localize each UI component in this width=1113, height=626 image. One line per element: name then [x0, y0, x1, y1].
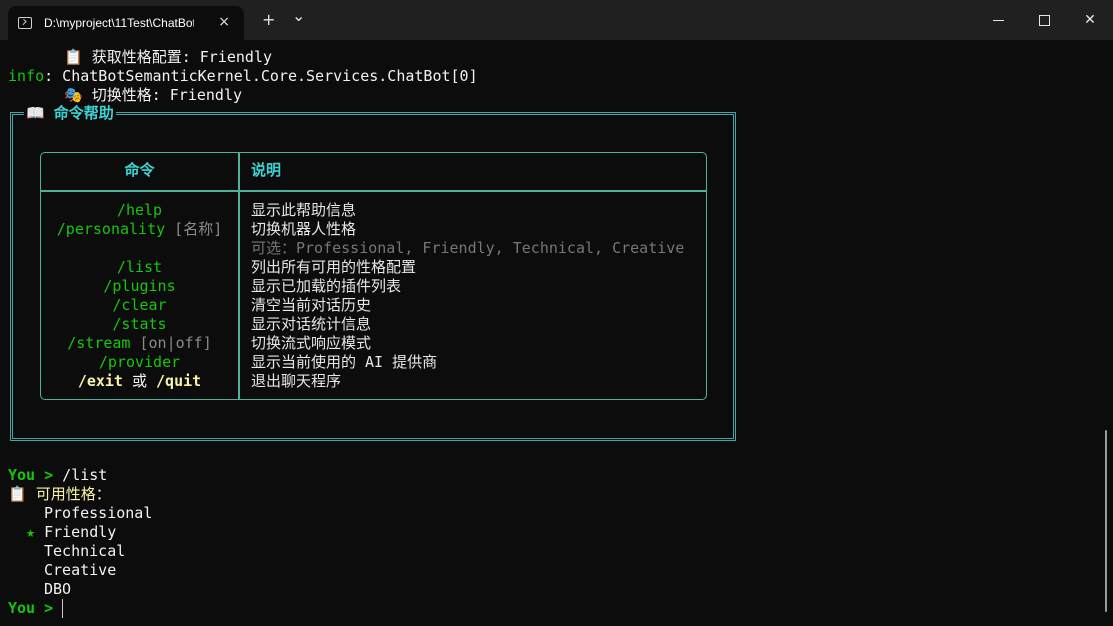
personality-item: Creative — [44, 561, 117, 579]
desc-exit: 退出聊天程序 — [251, 372, 342, 390]
log-switch-text: 切换性格: Friendly — [91, 86, 243, 104]
personality-item: DBO — [44, 580, 72, 598]
desc-personality-options: 可选：Professional, Friendly, Technical, Cr… — [251, 239, 685, 257]
cmd-help: /help — [41, 201, 238, 220]
cmd-name: /provider — [98, 353, 181, 371]
tab-title: D:\myproject\11Test\ChatBotSemanticKerne… — [44, 16, 194, 30]
personality-item: Technical — [44, 542, 126, 560]
cmd-provider: /provider — [41, 353, 238, 372]
cmd-plugins: /plugins — [41, 277, 238, 296]
desc-provider: 显示当前使用的 AI 提供商 — [251, 353, 438, 371]
new-tab-button[interactable]: + — [262, 10, 275, 30]
cmd-arg: [名称] — [165, 220, 223, 238]
cmd-name: /stats — [112, 315, 167, 333]
dropdown-button[interactable]: ⌄ — [292, 6, 305, 26]
personality-item-current: ★ Friendly — [26, 523, 116, 542]
prompt: You > — [8, 466, 54, 484]
cmd-or: 或 — [122, 372, 157, 390]
maximize-button[interactable] — [1021, 0, 1067, 40]
header-description: 说明 — [251, 161, 282, 179]
personality-name: Friendly — [44, 523, 117, 541]
desc-help: 显示此帮助信息 — [251, 201, 357, 219]
personality-item: Professional — [44, 504, 153, 522]
cmd-exit: /exit 或 /quit — [41, 372, 238, 391]
text-cursor — [62, 599, 63, 618]
desc-personality: 切换机器人性格 — [251, 220, 357, 238]
desc-clear: 清空当前对话历史 — [251, 296, 372, 314]
star-icon: ★ — [26, 523, 36, 541]
cmd-name: /list — [116, 258, 163, 276]
cmd-name: /plugins — [103, 277, 176, 295]
prompt-line-input[interactable]: You > — [8, 599, 53, 618]
typed-command: /list — [53, 466, 108, 484]
desc-stream: 切换流式响应模式 — [251, 334, 372, 352]
cmd-stats: /stats — [41, 315, 238, 334]
cmd-name: /stream — [67, 334, 131, 352]
cmd-stream: /stream [on|off] — [41, 334, 238, 353]
help-panel-title: 📖 命令帮助 — [24, 104, 116, 123]
cmd-quit-name: /quit — [156, 372, 202, 390]
info-text: : ChatBotSemanticKernel.Core.Services.Ch… — [44, 67, 478, 85]
cmd-exit-name: /exit — [77, 372, 123, 390]
cmd-name: /help — [116, 201, 163, 219]
log-line-switch: 🎭 切换性格: Friendly — [64, 86, 242, 105]
info-label: info — [8, 67, 45, 85]
clipboard-icon: 📋 — [8, 485, 27, 503]
terminal-tab[interactable]: D:\myproject\11Test\ChatBotSemanticKerne… — [8, 6, 244, 40]
prompt: You > — [8, 599, 54, 617]
desc-list: 列出所有可用的性格配置 — [251, 258, 417, 276]
cmd-personality: /personality [名称] — [41, 220, 238, 239]
cmd-arg: [on|off] — [130, 334, 212, 352]
cmd-name: /clear — [112, 296, 167, 314]
log-line-config: 📋 获取性格配置: Friendly — [64, 48, 272, 67]
tab-close-icon[interactable]: × — [218, 14, 230, 30]
desc-stats: 显示对话统计信息 — [251, 315, 372, 333]
help-table: 命令 说明 /help 显示此帮助信息 /personality [名称] 切换… — [40, 152, 707, 400]
cmd-name: /personality — [56, 220, 166, 238]
minimize-button[interactable] — [975, 0, 1021, 40]
cmd-clear: /clear — [41, 296, 238, 315]
list-header-line: 📋 可用性格： — [8, 485, 111, 504]
close-window-button[interactable]: ✕ — [1067, 0, 1113, 40]
theater-masks-icon: 🎭 — [64, 86, 83, 104]
list-header: 可用性格： — [35, 485, 111, 503]
desc-plugins: 显示已加载的插件列表 — [251, 277, 402, 295]
title-bar: D:\myproject\11Test\ChatBotSemanticKerne… — [0, 0, 1113, 40]
log-line-info: info: ChatBotSemanticKernel.Core.Service… — [8, 67, 478, 86]
clipboard-icon: 📋 — [64, 48, 83, 66]
header-divider — [41, 190, 706, 192]
log-config-text: 获取性格配置: Friendly — [91, 48, 273, 66]
terminal-icon — [18, 17, 32, 29]
help-title-text: 命令帮助 — [53, 104, 114, 122]
header-command: 命令 — [124, 161, 155, 179]
cmd-list: /list — [41, 258, 238, 277]
scrollbar[interactable] — [1105, 430, 1107, 612]
prompt-line-list: You > /list — [8, 466, 107, 485]
book-icon: 📖 — [26, 104, 45, 122]
